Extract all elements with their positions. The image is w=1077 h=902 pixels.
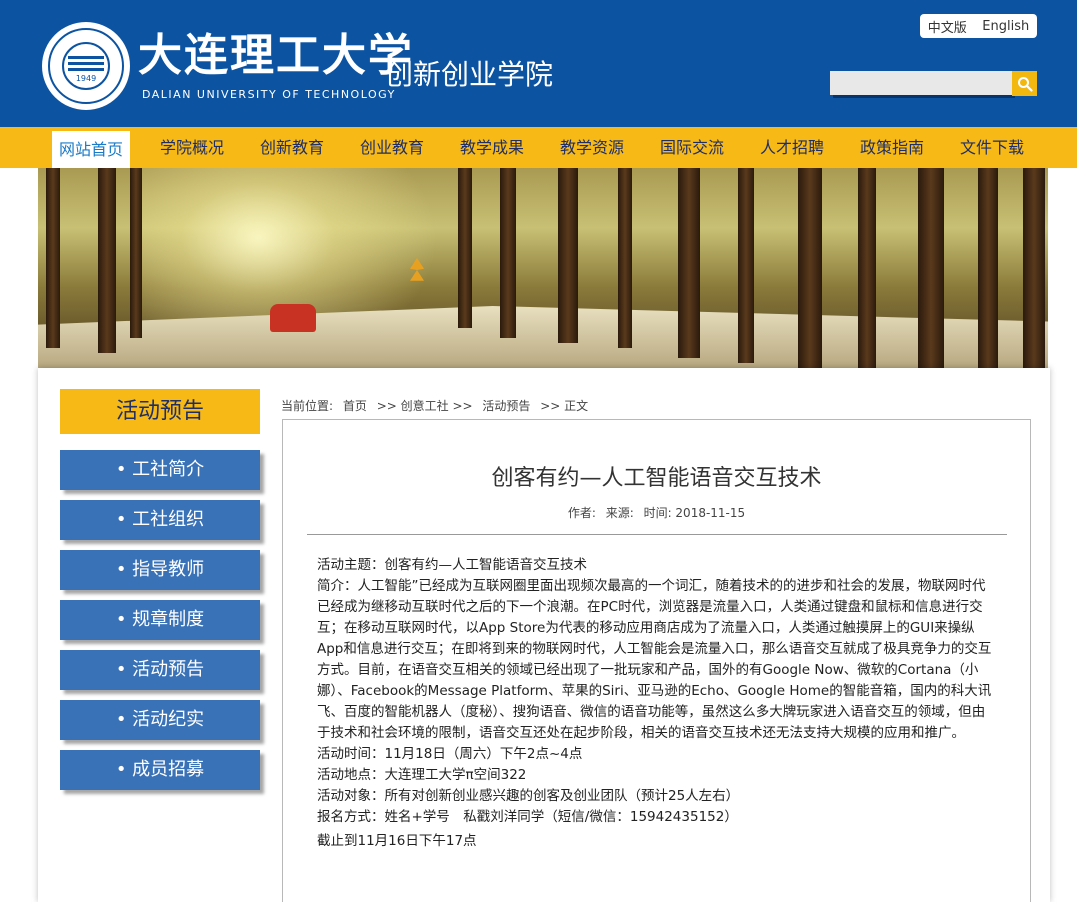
nav-item-innovation-edu[interactable]: 创新教育 — [260, 127, 324, 168]
university-name-en: DALIAN UNIVERSITY OF TECHNOLOGY — [142, 88, 396, 101]
tree-trunk — [558, 168, 578, 343]
site-header: 1949 大连理工大学 DALIAN UNIVERSITY OF TECHNOL… — [0, 0, 1077, 127]
nav-item-entrepreneur-edu[interactable]: 创业教育 — [360, 127, 424, 168]
tree-trunk — [618, 168, 632, 348]
sidebar-item-member-recruit[interactable]: • 成员招募 — [60, 750, 260, 790]
sidebar-item-regulations[interactable]: • 规章制度 — [60, 600, 260, 640]
college-name: 创新创业学院 — [385, 58, 554, 91]
breadcrumb-club[interactable]: >> 创意工社 >> — [377, 399, 473, 413]
breadcrumb-prefix: 当前位置: — [281, 399, 334, 413]
breadcrumb-current: >> 正文 — [540, 399, 589, 413]
breadcrumb: 当前位置: 首页 >> 创意工社 >> 活动预告 >> 正文 — [281, 397, 594, 414]
banner-image-forest-road — [38, 168, 1048, 368]
sidebar-item-advisors[interactable]: • 指导教师 — [60, 550, 260, 590]
article-paragraph-audience: 活动对象：所有对创新创业感兴趣的创客及创业团队（预计25人左右） — [317, 788, 740, 804]
article-paragraph-deadline: 截止到11月16日下午17点 — [317, 833, 477, 849]
nav-item-downloads[interactable]: 文件下载 — [960, 127, 1024, 168]
lang-chinese-link[interactable]: 中文版 — [928, 17, 967, 36]
article-paragraph-intro: 简介：人工智能”已经成为互联网圈里面出现频次最高的一个词汇，随着技术的的进步和社… — [317, 578, 992, 741]
lang-english-link[interactable]: English — [982, 19, 1029, 34]
search-icon — [1017, 76, 1033, 92]
tree-trunk — [978, 168, 998, 368]
university-name-cn[interactable]: 大连理工大学 — [138, 30, 414, 82]
tree-trunk — [46, 168, 60, 348]
main-nav: 网站首页 学院概况 创新教育 创业教育 教学成果 教学资源 国际交流 人才招聘 … — [0, 127, 1077, 168]
tree-trunk — [458, 168, 472, 328]
banner-red-car — [270, 304, 316, 332]
nav-item-recruitment[interactable]: 人才招聘 — [760, 127, 824, 168]
seal-year: 1949 — [75, 74, 97, 83]
tree-trunk — [858, 168, 876, 368]
seal-emblem-bar — [68, 68, 104, 71]
article-author: 作者: — [567, 506, 596, 520]
seal-emblem-bar — [68, 62, 104, 65]
article-source: 来源: — [605, 506, 634, 520]
nav-item-international[interactable]: 国际交流 — [660, 127, 724, 168]
article-paragraph-location: 活动地点：大连理工大学π空间322 — [317, 767, 527, 783]
nav-item-policy[interactable]: 政策指南 — [860, 127, 924, 168]
sidebar-item-club-intro[interactable]: • 工社简介 — [60, 450, 260, 490]
article-paragraph-time: 活动时间：11月18日（周六）下午2点~4点 — [317, 746, 583, 762]
article-meta: 作者: 来源: 时间: 2018-11-15 — [283, 504, 1030, 521]
article-body: 活动主题：创客有约—人工智能语音交互技术 简介：人工智能”已经成为互联网圈里面出… — [317, 555, 993, 852]
nav-item-achievements[interactable]: 教学成果 — [460, 127, 524, 168]
search-button[interactable] — [1012, 71, 1037, 96]
breadcrumb-event-preview[interactable]: 活动预告 — [482, 399, 530, 413]
tree-trunk — [798, 168, 822, 368]
article-paragraph-signup: 报名方式：姓名+学号 私戳刘洋同学（短信/微信：15942435152） — [317, 809, 738, 825]
tree-trunk — [1023, 168, 1045, 368]
search-input[interactable] — [830, 71, 1012, 95]
sidebar-item-event-preview[interactable]: • 活动预告 — [60, 650, 260, 690]
article-date: 时间: 2018-11-15 — [643, 506, 746, 520]
language-switcher: 中文版 English — [920, 14, 1037, 38]
seal-emblem-bar — [68, 56, 104, 59]
tree-trunk — [98, 168, 116, 353]
tree-trunk — [918, 168, 944, 368]
university-seal-logo[interactable]: 1949 — [42, 22, 130, 110]
nav-item-about[interactable]: 学院概况 — [160, 127, 224, 168]
sidebar-title: 活动预告 — [60, 389, 260, 434]
sidebar-item-event-records[interactable]: • 活动纪实 — [60, 700, 260, 740]
tree-trunk — [678, 168, 700, 358]
breadcrumb-home[interactable]: 首页 — [343, 399, 367, 413]
article-title: 创客有约—人工智能语音交互技术 — [491, 466, 822, 491]
tree-trunk — [130, 168, 142, 338]
sidebar-item-club-organization[interactable]: • 工社组织 — [60, 500, 260, 540]
tree-trunk — [738, 168, 754, 363]
article-paragraph-topic: 活动主题：创客有约—人工智能语音交互技术 — [317, 557, 587, 573]
article-box: 创客有约—人工智能语音交互技术 作者: 来源: 时间: 2018-11-15 活… — [282, 419, 1031, 902]
article-divider — [307, 534, 1007, 535]
tree-trunk — [500, 168, 516, 338]
nav-item-resources[interactable]: 教学资源 — [560, 127, 624, 168]
nav-item-home[interactable]: 网站首页 — [52, 131, 131, 168]
